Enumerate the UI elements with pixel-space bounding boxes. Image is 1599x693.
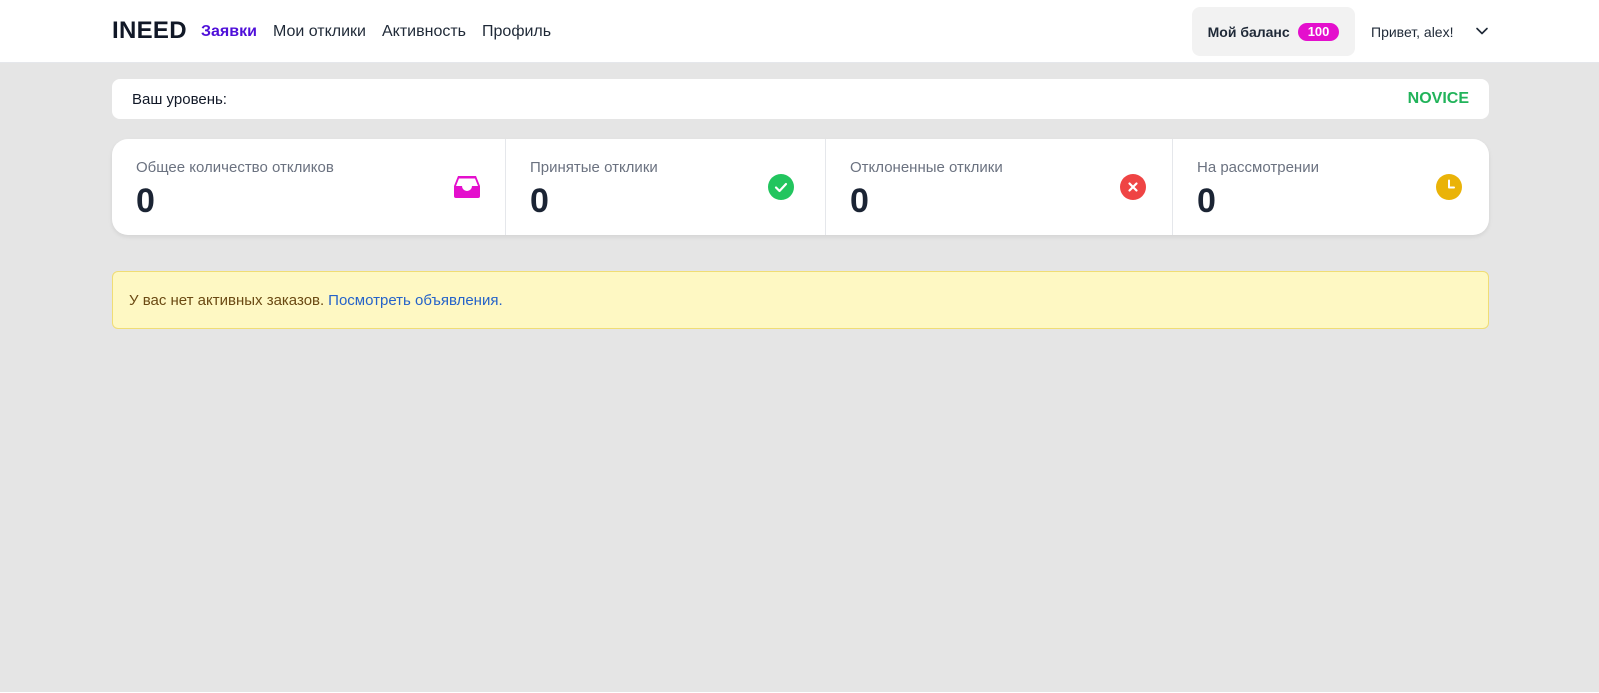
balance-badge: 100 — [1297, 22, 1340, 41]
stat-title: Отклоненные отклики — [850, 159, 1003, 176]
stats-card: Общее количество откликов 0 Принятые отк… — [112, 139, 1489, 235]
brand-logo[interactable]: INEED — [112, 17, 187, 45]
level-value: NOVICE — [1407, 90, 1469, 107]
stat-pending-responses: На рассмотрении 0 — [1173, 139, 1489, 235]
stat-value: 0 — [530, 182, 549, 220]
stat-value: 0 — [136, 182, 155, 220]
balance-label: Мой баланс — [1207, 23, 1290, 40]
alert-text: У вас нет активных заказов. — [129, 291, 325, 309]
nav-requests[interactable]: Заявки — [201, 22, 257, 42]
clock-icon — [1436, 174, 1462, 200]
stat-value: 0 — [850, 182, 869, 220]
user-greeting[interactable]: Привет, alex! — [1371, 24, 1453, 40]
inbox-icon — [454, 176, 480, 198]
nav-activity[interactable]: Активность — [382, 22, 466, 42]
view-listings-link[interactable]: Посмотреть объявления. — [328, 292, 502, 309]
check-circle-icon — [768, 174, 794, 200]
stat-rejected-responses: Отклоненные отклики 0 — [826, 139, 1173, 235]
level-bar: Ваш уровень: NOVICE — [112, 79, 1489, 119]
no-orders-alert: У вас нет активных заказов. Посмотреть о… — [112, 271, 1489, 329]
stat-value: 0 — [1197, 182, 1216, 220]
chevron-down-icon[interactable] — [1475, 24, 1489, 38]
stat-title: Общее количество откликов — [136, 159, 334, 176]
top-navbar: INEED Заявки Мои отклики Активность Проф… — [0, 0, 1599, 63]
balance-button[interactable]: Мой баланс 100 — [1192, 7, 1355, 56]
nav-profile[interactable]: Профиль — [482, 22, 551, 42]
stat-accepted-responses: Принятые отклики 0 — [506, 139, 826, 235]
stat-total-responses: Общее количество откликов 0 — [112, 139, 506, 235]
stat-title: Принятые отклики — [530, 159, 658, 176]
stat-title: На рассмотрении — [1197, 159, 1319, 176]
nav-my-responses[interactable]: Мои отклики — [273, 22, 366, 42]
level-label: Ваш уровень: — [132, 91, 227, 108]
main-nav: Заявки Мои отклики Активность Профиль — [201, 22, 551, 42]
x-circle-icon — [1120, 174, 1146, 200]
